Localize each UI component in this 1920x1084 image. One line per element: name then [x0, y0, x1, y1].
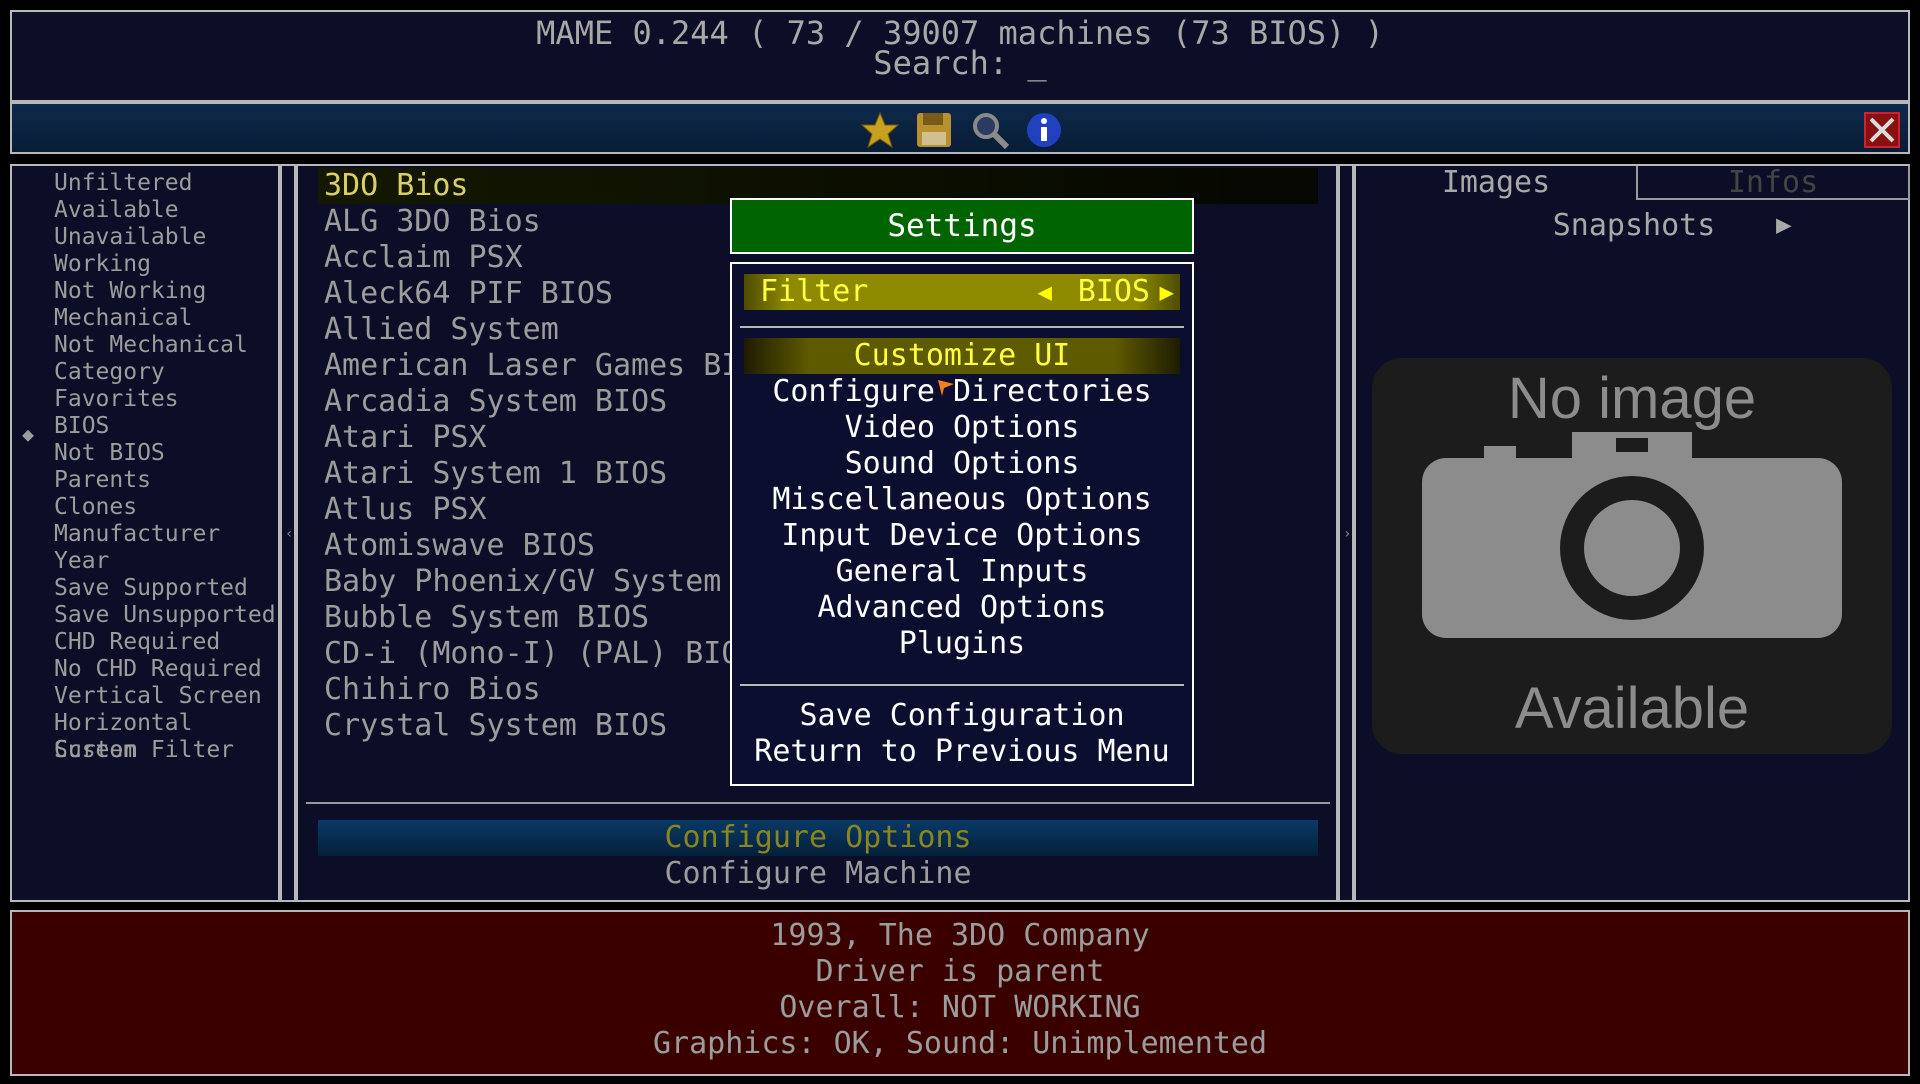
- filter-item[interactable]: Unfiltered: [54, 170, 192, 197]
- noimage-text-1: No image: [1508, 366, 1756, 431]
- filter-item[interactable]: Not Working: [54, 278, 206, 305]
- selected-filter-diamond-icon: ◆: [22, 422, 35, 446]
- tab-infos[interactable]: Infos: [1636, 166, 1910, 200]
- filter-item[interactable]: CHD Required: [54, 629, 220, 656]
- machine-info-panel: 1993, The 3DO Company Driver is parent O…: [10, 910, 1910, 1076]
- filter-item[interactable]: Parents: [54, 467, 151, 494]
- filter-value: BIOS: [1077, 274, 1150, 309]
- settings-title: Settings: [887, 208, 1037, 244]
- machine-row[interactable]: Atomiswave BIOS: [324, 528, 595, 564]
- info-line: 1993, The 3DO Company: [770, 918, 1150, 953]
- info-icon[interactable]: [1024, 110, 1064, 150]
- machine-row[interactable]: Crystal System BIOS: [324, 708, 667, 744]
- machine-row[interactable]: ALG 3DO Bios: [324, 204, 541, 240]
- filter-next-arrow-icon[interactable]: ▶: [1160, 274, 1174, 310]
- machine-row[interactable]: Aleck64 PIF BIOS: [324, 276, 613, 312]
- machine-row[interactable]: Chihiro Bios: [324, 672, 541, 708]
- filter-item[interactable]: Unavailable: [54, 224, 206, 251]
- filter-item[interactable]: Available: [54, 197, 179, 224]
- machine-row[interactable]: Atari PSX: [324, 420, 487, 456]
- machine-row[interactable]: Atari System 1 BIOS: [324, 456, 667, 492]
- filter-item[interactable]: Manufacturer: [54, 521, 220, 548]
- machine-row[interactable]: Arcadia System BIOS: [324, 384, 667, 420]
- filter-item[interactable]: Save Supported: [54, 575, 248, 602]
- search-field[interactable]: Search: _: [12, 44, 1908, 82]
- settings-menu: Filter ◀ BIOS ▶ Customize UI Configure D…: [730, 262, 1194, 786]
- configure-machine-button[interactable]: Configure Machine: [318, 856, 1318, 892]
- noimage-text-2: Available: [1515, 676, 1749, 741]
- menu-item-general-inputs[interactable]: General Inputs: [732, 554, 1192, 590]
- settings-title-bar: Settings: [730, 198, 1194, 254]
- tab-images[interactable]: Images: [1356, 166, 1636, 200]
- menu-item-input-device-options[interactable]: Input Device Options: [732, 518, 1192, 554]
- info-line: Graphics: OK, Sound: Unimplemented: [652, 1026, 1268, 1061]
- filter-item[interactable]: Category: [54, 359, 165, 386]
- filter-item[interactable]: Mechanical: [54, 305, 192, 332]
- menu-item-sound-options[interactable]: Sound Options: [732, 446, 1192, 482]
- machine-row[interactable]: Bubble System BIOS: [324, 600, 649, 636]
- filter-label: Filter: [760, 274, 869, 309]
- menu-item-advanced-options[interactable]: Advanced Options: [732, 590, 1192, 626]
- magnifier-icon[interactable]: [970, 110, 1010, 150]
- save-configuration-button[interactable]: Save Configuration: [732, 698, 1192, 734]
- machine-row[interactable]: American Laser Games BIOS: [324, 348, 776, 384]
- return-previous-menu-button[interactable]: Return to Previous Menu: [732, 734, 1192, 770]
- artwork-type-label[interactable]: Snapshots: [1356, 208, 1912, 243]
- next-artwork-arrow-icon[interactable]: ▶: [1776, 210, 1792, 240]
- collapse-left-icon[interactable]: ‹: [285, 526, 293, 542]
- machine-row[interactable]: Atlus PSX: [324, 492, 487, 528]
- filter-item[interactable]: No CHD Required: [54, 656, 262, 683]
- menu-item-video-options[interactable]: Video Options: [732, 410, 1192, 446]
- filter-item[interactable]: Clones: [54, 494, 137, 521]
- filter-selector[interactable]: Filter ◀ BIOS ▶: [744, 274, 1180, 310]
- toolbar: [10, 102, 1910, 154]
- info-line: Driver is parent: [815, 954, 1105, 989]
- menu-separator: [740, 326, 1184, 328]
- star-icon[interactable]: [860, 110, 900, 150]
- left-splitter[interactable]: ‹: [280, 164, 296, 902]
- filter-item[interactable]: Custom Filter: [54, 737, 234, 764]
- machine-row[interactable]: Allied System: [324, 312, 559, 348]
- floppy-disk-icon[interactable]: [914, 110, 954, 150]
- filter-item[interactable]: Year: [54, 548, 109, 575]
- menu-item-customize-ui[interactable]: Customize UI: [744, 338, 1180, 374]
- machine-row[interactable]: Baby Phoenix/GV System: [324, 564, 721, 600]
- collapse-right-icon[interactable]: ›: [1343, 526, 1351, 542]
- filter-prev-arrow-icon[interactable]: ◀: [1038, 274, 1052, 310]
- menu-item-configure-directories[interactable]: Configure Directories: [732, 374, 1192, 410]
- info-line: Overall: NOT WORKING: [779, 990, 1141, 1025]
- configure-options-button[interactable]: Configure Options: [318, 820, 1318, 856]
- menu-item-misc-options[interactable]: Miscellaneous Options: [732, 482, 1192, 518]
- no-image-placeholder: No image Available: [1372, 358, 1892, 754]
- header-panel: MAME 0.244 ( 73 / 39007 machines (73 BIO…: [10, 10, 1910, 102]
- close-icon[interactable]: [1864, 112, 1900, 148]
- menu-item-plugins[interactable]: Plugins: [732, 626, 1192, 662]
- mouse-pointer-icon: [938, 380, 954, 396]
- filter-item[interactable]: Working: [54, 251, 151, 278]
- camera-icon: No image Available: [1422, 366, 1842, 741]
- close-x-icon: [1869, 117, 1895, 143]
- filter-item[interactable]: Not BIOS: [54, 440, 165, 467]
- menu-separator: [740, 684, 1184, 686]
- filter-panel: ◆ Unfiltered Available Unavailable Worki…: [10, 164, 280, 902]
- filter-item-selected[interactable]: BIOS: [54, 413, 109, 440]
- machine-row[interactable]: CD-i (Mono-I) (PAL) BIOS: [324, 636, 757, 672]
- filter-item[interactable]: Not Mechanical: [54, 332, 248, 359]
- list-divider: [306, 802, 1330, 804]
- filter-item[interactable]: Save Unsupported: [54, 602, 276, 629]
- filter-item[interactable]: Vertical Screen: [54, 683, 262, 710]
- right-splitter[interactable]: ›: [1338, 164, 1354, 902]
- artwork-panel: Images Infos Snapshots ▶ No image Availa…: [1354, 164, 1910, 902]
- filter-item[interactable]: Favorites: [54, 386, 179, 413]
- machine-row[interactable]: Acclaim PSX: [324, 240, 523, 276]
